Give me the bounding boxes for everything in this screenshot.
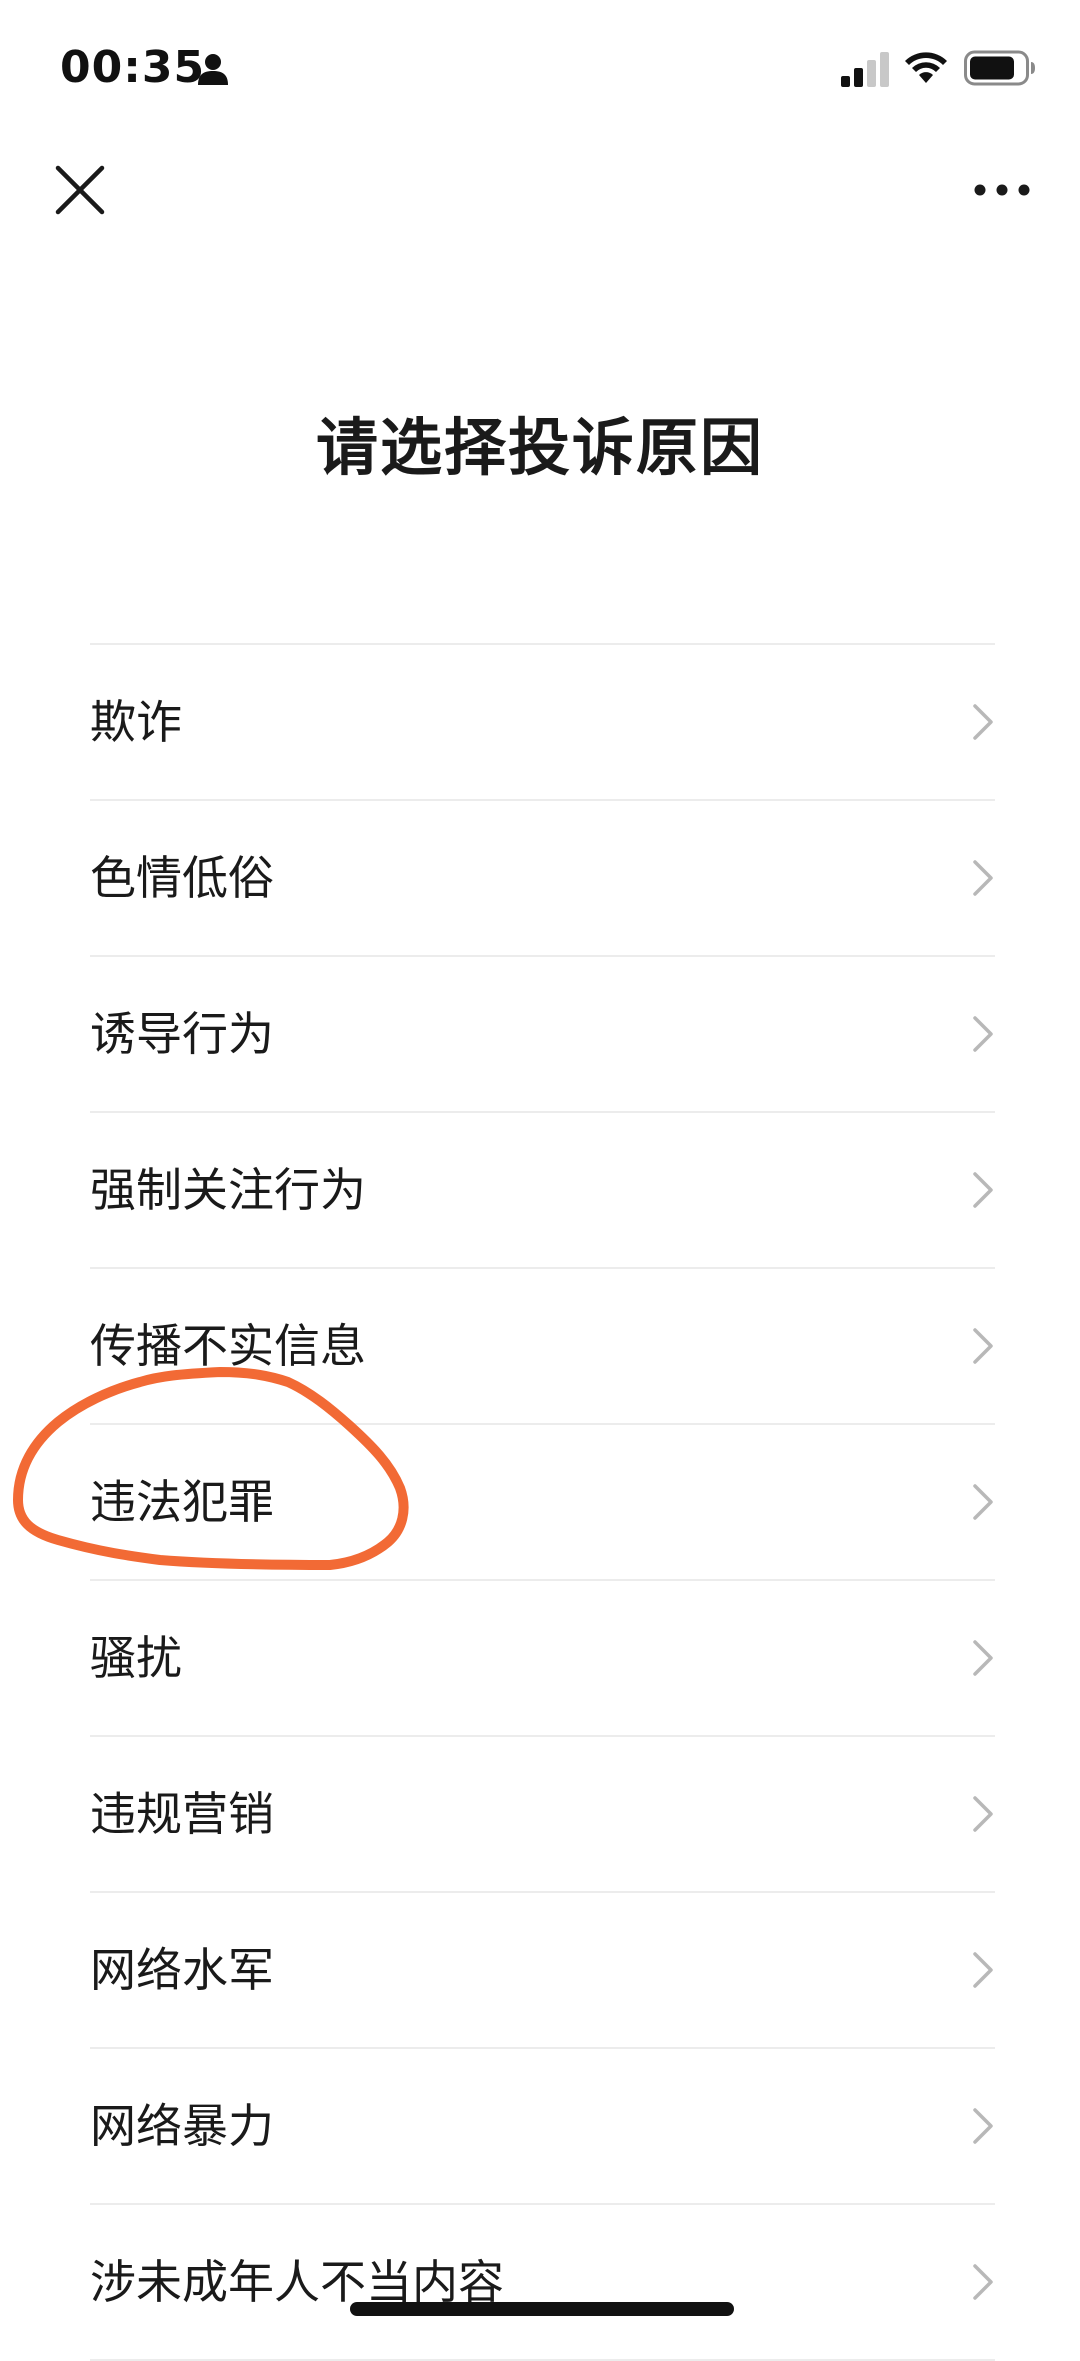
reason-item-illegal-crime[interactable]: 违法犯罪 [90,1425,995,1581]
page-title: 请选择投诉原因 [315,411,764,484]
chevron-right-icon [973,1796,993,1832]
chevron-right-icon [973,1016,993,1052]
reason-label: 色情低俗 [90,851,274,905]
chevron-right-icon [973,704,993,740]
reason-label: 诱导行为 [90,1007,274,1061]
reason-list: 欺诈 色情低俗 诱导行为 强制关注行为 传播不实信息 违法犯罪 骚扰 违规营销 … [90,643,995,2361]
reason-label: 网络水军 [90,1943,274,1997]
chevron-right-icon [973,1172,993,1208]
reason-item-water-army[interactable]: 网络水军 [90,1893,995,2049]
reason-label: 网络暴力 [90,2099,274,2153]
reason-item-misinformation[interactable]: 传播不实信息 [90,1269,995,1425]
chevron-right-icon [973,860,993,896]
reason-item-fraud[interactable]: 欺诈 [90,645,995,801]
reason-item-illegal-marketing[interactable]: 违规营销 [90,1737,995,1893]
reason-item-pornography[interactable]: 色情低俗 [90,801,995,957]
reason-label: 违规营销 [90,1787,274,1841]
reason-label: 违法犯罪 [90,1475,274,1529]
reason-item-minors-content[interactable]: 涉未成年人不当内容 [90,2205,995,2361]
chevron-right-icon [973,1328,993,1364]
chevron-right-icon [973,1640,993,1676]
status-bar: 00:35 [0,0,1080,130]
chevron-right-icon [973,2264,993,2300]
reason-label: 传播不实信息 [90,1319,366,1373]
close-icon [55,165,105,215]
chevron-right-icon [973,2108,993,2144]
reason-item-inducement[interactable]: 诱导行为 [90,957,995,1113]
battery-icon [964,50,1035,86]
reason-label: 欺诈 [90,695,182,749]
close-button[interactable] [50,160,110,220]
reason-label: 强制关注行为 [90,1163,366,1217]
reason-item-cyber-violence[interactable]: 网络暴力 [90,2049,995,2205]
more-icon [974,184,1030,196]
chevron-right-icon [973,1484,993,1520]
cellular-signal-icon [841,52,889,87]
reason-item-harassment[interactable]: 骚扰 [90,1581,995,1737]
reason-item-forced-follow[interactable]: 强制关注行为 [90,1113,995,1269]
wifi-icon [905,52,947,83]
more-button[interactable] [972,170,1032,210]
chevron-right-icon [973,1952,993,1988]
home-indicator[interactable] [350,2302,734,2316]
person-icon [198,54,228,85]
status-time: 00:35 [60,42,206,93]
reason-label: 骚扰 [90,1631,182,1685]
